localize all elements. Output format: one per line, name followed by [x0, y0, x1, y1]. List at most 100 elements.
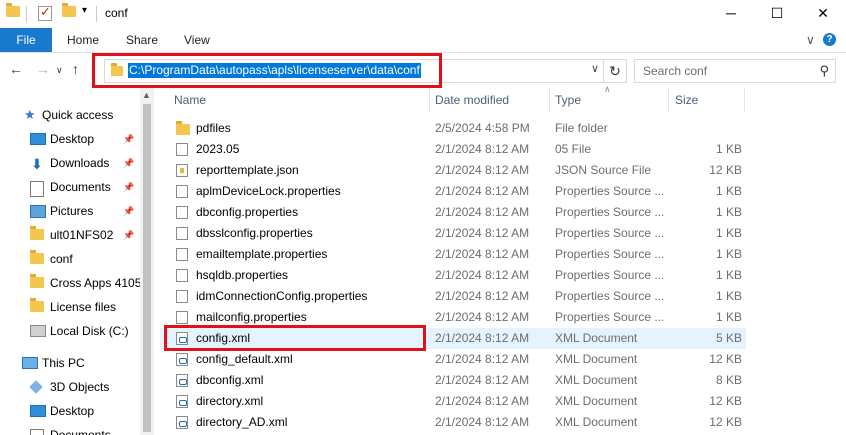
file-date: 2/1/2024 8:12 AM	[435, 163, 530, 177]
column-size[interactable]: Size	[675, 93, 698, 107]
address-dropdown-icon[interactable]: ∨	[591, 62, 599, 75]
file-type: Properties Source ...	[555, 205, 665, 219]
file-type: File folder	[555, 121, 608, 135]
close-button[interactable]: ✕	[800, 0, 846, 28]
star-icon: ★	[24, 107, 36, 122]
file-name: directory.xml	[196, 394, 264, 408]
table-row[interactable]: pdfiles 2/5/2024 4:58 PM File folder	[160, 118, 746, 139]
sidebar-item[interactable]: License files	[0, 296, 140, 318]
tab-home[interactable]: Home	[67, 28, 99, 52]
table-row[interactable]: idmConnectionConfig.properties 2/1/2024 8…	[160, 286, 746, 307]
json-file-icon	[176, 164, 188, 177]
sidebar-item-label: License files	[50, 300, 117, 314]
sidebar-item[interactable]: ult01NFS02 📌	[0, 224, 140, 246]
forward-arrow-icon[interactable]: →	[36, 61, 50, 77]
file-size: 1 KB	[715, 289, 742, 303]
file-icon	[176, 143, 188, 156]
table-row[interactable]: directory.xml 2/1/2024 8:12 AM XML Documen…	[160, 391, 746, 412]
sidebar-item-label: Quick access	[42, 108, 114, 122]
sidebar-item[interactable]: ⬇ Downloads 📌	[0, 152, 140, 174]
file-type: XML Document	[555, 352, 638, 366]
table-row[interactable]: dbconfig.properties 2/1/2024 8:12 AM Prope…	[160, 202, 746, 223]
nav-scrollbar[interactable]: ▲	[140, 88, 154, 435]
file-icon	[176, 248, 188, 261]
file-name: directory_AD.xml	[196, 415, 288, 429]
pin-icon: 📌	[123, 230, 135, 240]
table-row[interactable]: 2023.05 2/1/2024 8:12 AM 05 File 1 KB	[160, 139, 746, 160]
sidebar-item[interactable]: Pictures 📌	[0, 200, 140, 222]
sidebar-item-quick-access[interactable]: ★ Quick access	[0, 104, 140, 126]
properties-check-icon[interactable]	[38, 4, 52, 21]
file-type: XML Document	[555, 373, 638, 387]
sidebar-item[interactable]: 3D Objects	[0, 376, 140, 398]
recent-locations-icon[interactable]: ∨	[56, 65, 63, 76]
minimize-button[interactable]: ─	[708, 0, 754, 28]
folder-icon	[30, 250, 44, 264]
table-row[interactable]: emailtemplate.properties 2/1/2024 8:12 AM…	[160, 244, 746, 265]
sidebar-item[interactable]: Cross Apps 4105	[0, 272, 140, 294]
table-row[interactable]: directory_AD.xml 2/1/2024 8:12 AM XML Docu…	[160, 412, 746, 433]
file-name: dbsslconfig.properties	[196, 226, 313, 240]
table-row[interactable]: aplmDeviceLock.properties 2/1/2024 8:12 A…	[160, 181, 746, 202]
quick-access-dropdown-icon[interactable]: ▾	[82, 5, 96, 19]
table-row[interactable]: hsqldb.properties 2/1/2024 8:12 AM Propert…	[160, 265, 746, 286]
column-date-modified[interactable]: Date modified	[435, 93, 509, 107]
column-type[interactable]: Type	[555, 93, 581, 107]
column-name[interactable]: Name	[174, 93, 206, 107]
computer-icon	[22, 357, 38, 369]
file-date: 2/5/2024 4:58 PM	[435, 121, 530, 135]
tab-share[interactable]: Share	[126, 28, 158, 52]
divider	[549, 88, 550, 112]
file-type: Properties Source ...	[555, 226, 665, 240]
xml-file-icon	[176, 374, 188, 387]
pin-icon: 📌	[123, 134, 135, 144]
file-name: dbconfig.xml	[196, 373, 264, 387]
divider	[668, 88, 669, 112]
file-icon	[176, 227, 188, 240]
sidebar-item[interactable]: Desktop	[0, 400, 140, 422]
maximize-button[interactable]: ☐	[754, 0, 800, 28]
search-icon[interactable]: ⚲	[819, 63, 829, 79]
file-date: 2/1/2024 8:12 AM	[435, 331, 530, 345]
file-date: 2/1/2024 8:12 AM	[435, 289, 530, 303]
tab-view[interactable]: View	[184, 28, 210, 52]
refresh-button[interactable]: ↻	[604, 59, 627, 83]
file-name: idmConnectionConfig.properties	[196, 289, 368, 303]
tab-file[interactable]: File	[0, 28, 52, 52]
sidebar-item-label: conf	[50, 252, 73, 266]
table-row[interactable]: dbconfig.xml 2/1/2024 8:12 AM XML Document…	[160, 370, 746, 391]
table-row[interactable]: reporttemplate.json 2/1/2024 8:12 AM JSON …	[160, 160, 746, 181]
search-input[interactable]: Search conf ⚲	[634, 59, 836, 83]
table-row[interactable]: dbsslconfig.properties 2/1/2024 8:12 AM Pr…	[160, 223, 746, 244]
sidebar-item[interactable]: conf	[0, 248, 140, 270]
search-placeholder: Search conf	[643, 64, 708, 78]
sidebar-item-this-pc[interactable]: This PC	[0, 352, 140, 374]
file-size: 12 KB	[709, 394, 742, 408]
sidebar-item[interactable]: Local Disk (C:)	[0, 320, 140, 342]
sidebar-item[interactable]: Desktop 📌	[0, 128, 140, 150]
sidebar-item-label: Local Disk (C:)	[50, 324, 129, 338]
table-row[interactable]: config_default.xml 2/1/2024 8:12 AM XML Do…	[160, 349, 746, 370]
folder-icon	[30, 226, 44, 240]
ribbon-expand-icon[interactable]: ∨	[806, 28, 815, 52]
sidebar-item[interactable]: Documents	[0, 424, 140, 435]
sidebar-item[interactable]: Documents 📌	[0, 176, 140, 198]
scroll-up-icon[interactable]: ▲	[142, 90, 151, 100]
sidebar-item-label: Cross Apps 4105	[50, 276, 140, 290]
file-type: XML Document	[555, 415, 638, 429]
up-arrow-icon[interactable]: ↑	[72, 61, 79, 77]
file-name: dbconfig.properties	[196, 205, 299, 219]
divider	[744, 88, 745, 112]
new-folder-icon[interactable]	[62, 3, 76, 20]
file-icon	[176, 269, 188, 282]
sidebar-item-label: ult01NFS02	[50, 228, 114, 242]
sidebar-item-label: Documents	[50, 180, 111, 194]
file-size: 8 KB	[715, 373, 742, 387]
help-icon[interactable]: ?	[823, 33, 836, 46]
back-arrow-icon[interactable]: ←	[9, 61, 23, 77]
download-icon: ⬇	[31, 156, 43, 172]
file-date: 2/1/2024 8:12 AM	[435, 415, 530, 429]
scroll-thumb[interactable]	[143, 104, 151, 432]
file-size: 5 KB	[715, 331, 742, 345]
file-icon	[176, 206, 188, 219]
